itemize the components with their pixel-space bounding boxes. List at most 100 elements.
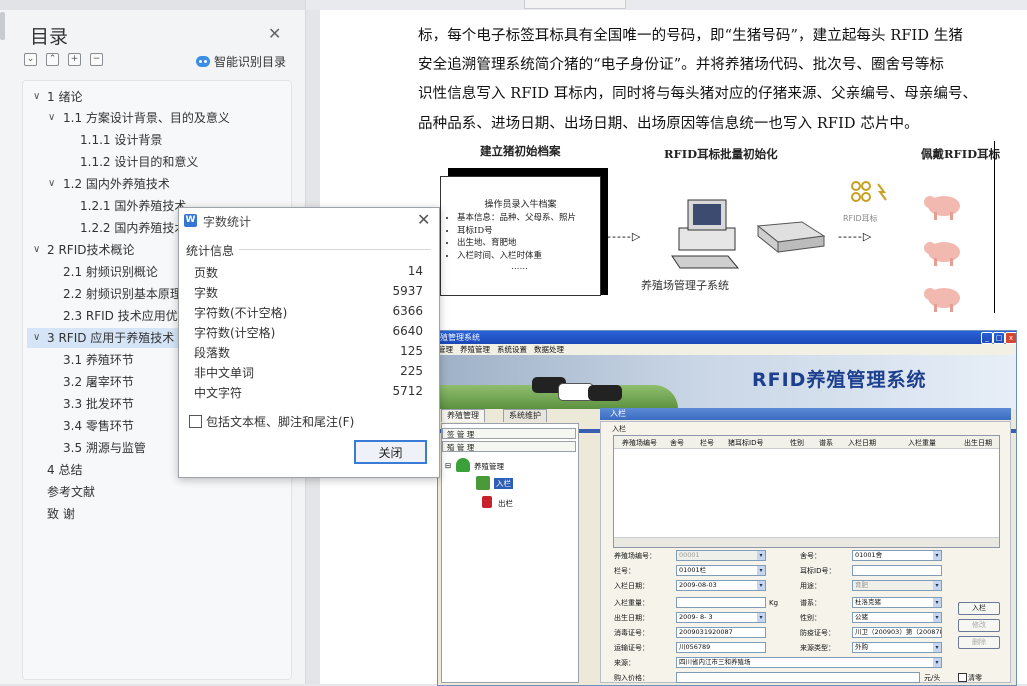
include-checkbox-label[interactable]: 包括文本框、脚注和尾注(F) bbox=[206, 413, 354, 430]
app-tab: 系统维护 bbox=[503, 409, 547, 422]
toc-item-selected[interactable]: ∨ 3 RFID 应用于养殖技术 bbox=[27, 328, 188, 348]
price-field bbox=[676, 672, 920, 683]
stat-label: 段落数 bbox=[194, 346, 231, 360]
minimize-icon: _ bbox=[981, 332, 993, 344]
quarantine-field: 川卫（200903）第（200878 bbox=[852, 627, 942, 638]
farm-tree-icon bbox=[456, 458, 470, 472]
archive-item: 基本信息：品种、父母系、照片 bbox=[457, 212, 600, 225]
collapse-up-icon[interactable]: ⌃ bbox=[46, 53, 59, 66]
tree-in-item: 入栏 bbox=[494, 478, 513, 489]
stat-value: 225 bbox=[400, 364, 423, 378]
close-button[interactable]: 关闭 bbox=[354, 440, 427, 464]
collapse-down-icon[interactable]: ⌄ bbox=[24, 53, 37, 66]
app-modify-button: 修改 bbox=[958, 619, 1000, 632]
pc-tower-icon bbox=[678, 227, 736, 251]
close-icon[interactable]: ✕ bbox=[268, 24, 281, 43]
clear-checkbox bbox=[958, 673, 967, 682]
archive-heading: 操作员录入牛档案 bbox=[484, 200, 557, 210]
toc-item[interactable]: 2.3 RFID 技术应用优势 bbox=[63, 306, 190, 326]
stat-label: 非中文单词 bbox=[194, 366, 255, 380]
figure-border-line bbox=[994, 141, 995, 313]
smart-recognize-label: 智能识别目录 bbox=[214, 55, 287, 69]
toc-item[interactable]: 3.5 溯源与监管 bbox=[63, 438, 146, 458]
section-divider bbox=[239, 249, 431, 250]
dialog-section-label: 统计信息 bbox=[186, 244, 235, 258]
flow-arrow-icon: ‑‑‑‑‑▷ bbox=[838, 230, 873, 243]
toc-item[interactable]: 4 总结 bbox=[47, 460, 82, 480]
toc-item[interactable]: 参考文献 bbox=[47, 482, 95, 502]
toc-item[interactable]: 1.2.1 国外养殖技术 bbox=[80, 196, 186, 216]
toc-item[interactable]: 1.1.1 设计背景 bbox=[80, 130, 162, 150]
cow-icon bbox=[588, 385, 622, 401]
app-delete-button: 删除 bbox=[958, 636, 1000, 649]
app-tab: 养殖管理 bbox=[441, 409, 485, 422]
figure-caption-archive: 建立猪初始档案 bbox=[480, 144, 561, 158]
chevron-down-icon[interactable]: ∨ bbox=[33, 328, 40, 348]
remove-heading-icon[interactable]: − bbox=[90, 53, 103, 66]
stat-label: 字数 bbox=[194, 286, 219, 300]
app-menu-item: 数据处理 bbox=[534, 345, 564, 354]
farm-no-field: 00001 ▾ bbox=[676, 550, 766, 561]
wps-logo-icon: W bbox=[184, 214, 197, 227]
archive-item: 入栏时间、入栏时体重 bbox=[457, 250, 600, 263]
embedded-app-screenshot: 殖管理系统 _ □ x 管理 养殖管理 系统设置 数据处理 RFID养殖管理系统 养殖… bbox=[437, 330, 1017, 686]
app-window-title: 殖管理系统 bbox=[440, 333, 480, 342]
source-field: 四川省内江市三和养殖场 ▾ bbox=[676, 657, 942, 668]
toc-item[interactable]: ∨ 2 RFID技术概论 bbox=[33, 240, 134, 260]
toc-item[interactable]: ∨ 1 绪论 bbox=[33, 87, 82, 107]
archive-card: 操作员录入牛档案 基本信息：品种、父母系、照片 耳标ID号 出生地、育肥地 入栏… bbox=[440, 176, 601, 296]
toc-item[interactable]: 1.2.2 国内养殖技术 bbox=[80, 218, 186, 238]
toc-item[interactable]: 1.1.2 设计目的和意义 bbox=[80, 152, 198, 172]
toc-item[interactable]: 3.4 零售环节 bbox=[63, 416, 134, 436]
dialog-title: 字数统计 bbox=[203, 215, 252, 229]
close-icon[interactable]: ✕ bbox=[417, 210, 430, 229]
paragraph-line[interactable]: 标，每个电子标签耳标具有全国唯一的号码，即“生猪号码”，建立起每头 RFID 生… bbox=[418, 24, 963, 45]
toc-item[interactable]: ∨ 1.2 国内外养殖技术 bbox=[48, 174, 170, 194]
stat-value: 125 bbox=[400, 344, 423, 358]
paragraph-line[interactable]: 安全追溯管理系统简介猪的“电子身份证”。并将养猪场代码、批次号、圈舍号等标 bbox=[418, 53, 944, 74]
tag-field bbox=[852, 565, 942, 576]
app-left-pane: 签 管 理 殖 管 理 ⊟ 养殖管理 入栏 出栏 bbox=[441, 423, 579, 683]
ai-robot-icon bbox=[196, 56, 210, 67]
toc-toolbar: ⌄ ⌃ + − bbox=[24, 53, 103, 66]
stat-label: 页数 bbox=[194, 266, 219, 280]
archive-item: 耳标ID号 bbox=[457, 225, 600, 238]
smart-recognize-toc-button[interactable]: 智能识别目录 bbox=[196, 53, 286, 70]
maximize-icon: □ bbox=[993, 332, 1005, 344]
include-textbox-footnote-checkbox[interactable] bbox=[189, 415, 202, 428]
stat-value: 5937 bbox=[392, 284, 423, 298]
app-titlebar: 殖管理系统 _ □ x bbox=[438, 331, 1016, 344]
toc-item[interactable]: 2.1 射频识别概论 bbox=[63, 262, 158, 282]
stat-label: 字符数(不计空格) bbox=[194, 306, 288, 320]
figure-caption-wear: 佩戴RFID耳标 bbox=[921, 147, 1001, 161]
stat-label: 中文字符 bbox=[194, 386, 243, 400]
pig-icon bbox=[924, 196, 960, 220]
system-caption: 养殖场管理子系统 bbox=[641, 279, 729, 292]
toc-item[interactable]: 3.1 养殖环节 bbox=[63, 350, 134, 370]
toc-top-strip bbox=[0, 0, 305, 10]
chevron-down-icon[interactable]: ∨ bbox=[48, 108, 55, 128]
chevron-down-icon[interactable]: ∨ bbox=[33, 87, 40, 107]
toc-item[interactable]: 3.3 批发环节 bbox=[63, 394, 134, 414]
transport-field: 川056789 bbox=[676, 642, 766, 653]
figure-caption-init: RFID耳标批量初始化 bbox=[664, 147, 778, 161]
pig-icon bbox=[924, 242, 960, 266]
archive-item: 出生地、育肥地 bbox=[457, 237, 600, 250]
exit-icon bbox=[482, 496, 492, 508]
toc-item[interactable]: 3.2 屠宰环节 bbox=[63, 372, 134, 392]
chevron-down-icon[interactable]: ∨ bbox=[48, 174, 55, 194]
chevron-down-icon[interactable]: ∨ bbox=[33, 240, 40, 260]
flow-arrow-icon: ‑‑‑‑‑▷ bbox=[607, 230, 642, 243]
add-heading-icon[interactable]: + bbox=[68, 53, 81, 66]
toc-item[interactable]: 2.2 射频识别基本原理 bbox=[63, 284, 182, 304]
stat-value: 5712 bbox=[392, 384, 423, 398]
monitor-screen bbox=[693, 204, 721, 225]
toc-item[interactable]: 致 谢 bbox=[47, 504, 75, 524]
paragraph-line[interactable]: 识性信息写入 RFID 耳标内，同时将与每头猪对应的仔猪来源、父亲编号、母亲编号… bbox=[418, 82, 977, 103]
weight-field bbox=[676, 597, 766, 608]
pen-field: 01001栏 ▾ bbox=[676, 565, 766, 576]
grid-scrollbar bbox=[614, 537, 999, 547]
toc-item[interactable]: ∨ 1.1 方案设计背景、目的及意义 bbox=[48, 108, 230, 128]
toc-scroll-handle[interactable] bbox=[0, 12, 5, 40]
paragraph-line[interactable]: 品种品系、进场日期、出场日期、出场原因等信息统一也写入 RFID 芯片中。 bbox=[418, 112, 919, 133]
